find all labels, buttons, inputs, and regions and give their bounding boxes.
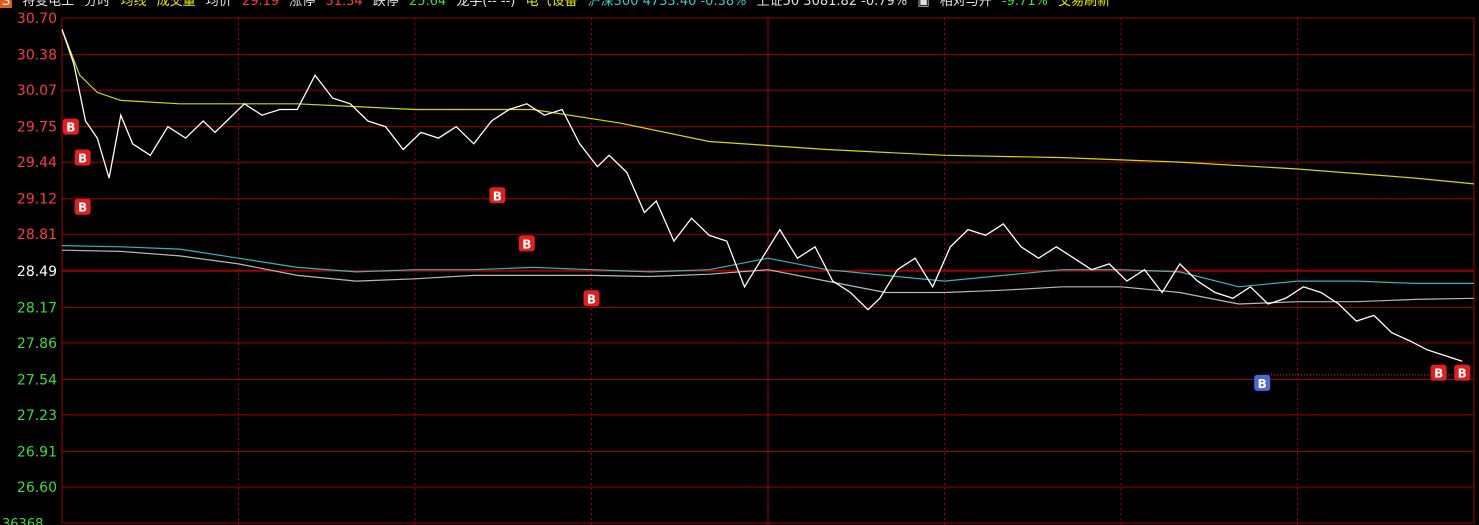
buy-marker[interactable]: B — [1430, 364, 1447, 381]
buy-marker[interactable]: B — [583, 290, 600, 307]
y-axis-labels: 30.70 30.38 30.07 29.75 29.44 29.12 28.81 28.49… — [17, 11, 57, 496]
buy-marker[interactable]: B — [74, 149, 91, 166]
marker-label: B — [493, 189, 502, 203]
y-tick-label: 27.86 — [17, 336, 57, 352]
sell-marker[interactable]: B — [1254, 374, 1271, 391]
marker-label: B — [78, 152, 87, 166]
y-tick-label: 30.38 — [17, 48, 57, 64]
y-tick-label: 26.60 — [17, 480, 57, 496]
grid — [61, 17, 1475, 525]
marker-label: B — [1258, 377, 1267, 391]
y-tick-label: 28.81 — [17, 227, 57, 243]
y-tick-label: 30.70 — [17, 11, 57, 27]
y-tick-label: 27.23 — [17, 408, 57, 424]
y-tick-label: 28.49 — [17, 264, 57, 280]
buy-marker[interactable]: B — [518, 235, 535, 252]
marker-label: B — [78, 201, 87, 215]
volume-axis-label: 36368 — [2, 517, 43, 525]
intraday-chart[interactable]: 30.70 30.38 30.07 29.75 29.44 29.12 28.81 28.49… — [0, 0, 1479, 525]
y-tick-label: 26.91 — [17, 445, 57, 461]
y-tick-label: 29.75 — [17, 120, 57, 136]
buy-marker[interactable]: B — [62, 118, 79, 135]
marker-label: B — [587, 292, 596, 306]
marker-label: B — [66, 121, 75, 135]
y-tick-label: 29.12 — [17, 192, 57, 208]
buy-marker[interactable]: B — [1454, 364, 1471, 381]
price-line — [61, 29, 1463, 362]
marker-label: B — [522, 237, 531, 251]
y-tick-label: 28.17 — [17, 300, 57, 316]
marker-label: B — [1434, 367, 1443, 381]
y-tick-label: 30.07 — [17, 83, 57, 99]
y-tick-label: 29.44 — [17, 155, 57, 171]
marker-label: B — [1458, 367, 1467, 381]
trade-markers: B B B B B B B B B — [62, 118, 1471, 391]
y-tick-label: 27.54 — [17, 372, 57, 388]
buy-marker[interactable]: B — [74, 198, 91, 215]
buy-marker[interactable]: B — [489, 187, 506, 204]
